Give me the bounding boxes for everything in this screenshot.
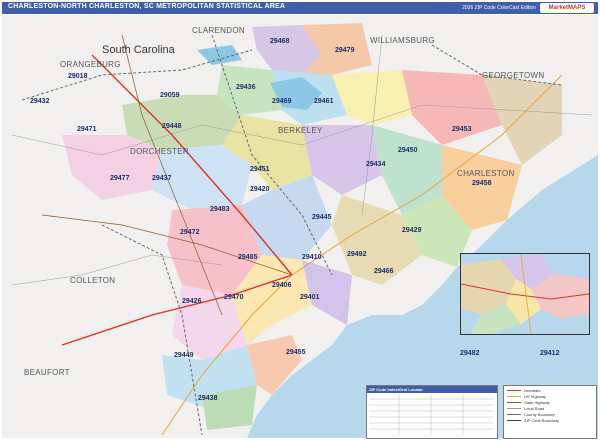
zip-label: 29445: [312, 214, 332, 221]
legend-item: Local Road: [507, 406, 593, 411]
zip-label: 29450: [398, 147, 418, 154]
legend-item: State Highway: [507, 400, 593, 405]
state-label: South Carolina: [102, 44, 176, 56]
zip-label: 29018: [68, 73, 88, 80]
county-label-colleton: COLLETON: [70, 276, 115, 285]
legend-item: County Boundary: [507, 412, 593, 417]
brand-logo: MarketMAPS: [540, 3, 594, 13]
zip-label: 29458: [472, 180, 492, 187]
county-label-clarendon: CLARENDON: [192, 26, 245, 35]
zip-label: 29436: [236, 84, 256, 91]
zip-label: 29059: [160, 92, 180, 99]
locator-title: ZIP Code Index/Grid Locator: [367, 386, 497, 393]
map-title: CHARLESTON-NORTH CHARLESTON, SC METROPOL…: [8, 3, 286, 10]
zip-label: 29479: [335, 47, 355, 54]
map-page: CHARLESTON-NORTH CHARLESTON, SC METROPOL…: [0, 0, 600, 440]
zip-label: 29470: [224, 294, 244, 301]
inset-map-svg: [461, 254, 589, 334]
legend-item: Interstate: [507, 388, 593, 393]
zip-label: 29461: [314, 98, 334, 105]
county-label-charleston: CHARLESTON: [457, 169, 515, 178]
zip-label: 29432: [30, 98, 50, 105]
locator-grid: [369, 395, 493, 435]
zip-label: 29438: [198, 395, 218, 402]
zip-label: 29471: [77, 126, 97, 133]
zip-label: 29483: [210, 206, 230, 213]
zip-label: 29448: [162, 123, 182, 130]
zip-locator-index: ZIP Code Index/Grid Locator: [366, 385, 498, 439]
title-bar: CHARLESTON-NORTH CHARLESTON, SC METROPOL…: [2, 2, 598, 14]
county-label-beaufort: BEAUFORT: [24, 368, 70, 377]
zip-label: 29429: [402, 227, 422, 234]
zip-label: 29482: [460, 350, 480, 357]
zip-label: 29412: [540, 350, 560, 357]
zip-label: 29401: [300, 294, 320, 301]
inset-map[interactable]: [460, 253, 590, 335]
map-legend: Interstate US Highway State Highway Loca…: [503, 385, 597, 439]
county-label-berkeley: BERKELEY: [278, 126, 323, 135]
zip-label: 29449: [174, 352, 194, 359]
zip-label: 29453: [452, 126, 472, 133]
zip-label: 29437: [152, 175, 172, 182]
zip-label: 29492: [347, 251, 367, 258]
county-label-orangeburg: ORANGEBURG: [60, 60, 121, 69]
zip-label: 29455: [286, 349, 306, 356]
county-label-dorchester: DORCHESTER: [130, 147, 189, 156]
zip-label: 29410: [302, 254, 322, 261]
zip-label: 29451: [250, 166, 270, 173]
zip-label: 29466: [374, 268, 394, 275]
zip-label: 29469: [272, 98, 292, 105]
zip-label: 29468: [270, 38, 290, 45]
county-label-georgetown: GEORGETOWN: [482, 71, 544, 80]
edition-label: 2026 ZIP Code ColorCast Edition: [462, 5, 536, 11]
zip-code-map[interactable]: South Carolina CLARENDON WILLIAMSBURG OR…: [2, 15, 598, 438]
zip-label: 29477: [110, 175, 130, 182]
zip-label: 29485: [238, 254, 258, 261]
legend-item: US Highway: [507, 394, 593, 399]
zip-label: 29420: [250, 186, 270, 193]
zip-label: 29472: [180, 229, 200, 236]
zip-label: 29406: [272, 282, 292, 289]
legend-item: ZIP Code Boundary: [507, 418, 593, 423]
zip-label: 29434: [366, 161, 386, 168]
zip-label: 29426: [182, 298, 202, 305]
county-label-williamsburg: WILLIAMSBURG: [370, 36, 435, 45]
